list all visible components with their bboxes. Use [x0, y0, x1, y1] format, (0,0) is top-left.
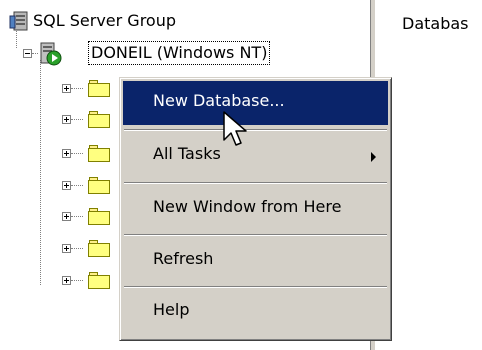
menu-item-label: New Database...	[153, 91, 285, 110]
menu-item-refresh[interactable]: Refresh	[123, 239, 388, 283]
mouse-pointer-icon	[223, 111, 247, 146]
server-running-icon	[40, 42, 62, 66]
tree-node-label: SQL Server Group	[33, 11, 177, 30]
folder-icon	[88, 145, 110, 162]
tree-line	[71, 153, 83, 154]
expand-toggle[interactable]	[62, 244, 71, 253]
menu-item-all-tasks[interactable]: All Tasks	[123, 134, 388, 178]
folder-icon	[88, 111, 110, 128]
tree-line	[71, 185, 83, 186]
collapse-toggle[interactable]	[23, 49, 32, 58]
menu-separator	[124, 234, 387, 236]
folder-icon	[88, 177, 110, 194]
menu-item-label: Refresh	[153, 249, 214, 268]
expand-toggle[interactable]	[62, 115, 71, 124]
menu-item-label: Help	[153, 300, 190, 319]
server-group-icon	[9, 11, 28, 31]
details-header: Databas	[402, 14, 469, 33]
menu-item-label: New Window from Here	[153, 197, 342, 216]
menu-separator	[124, 182, 387, 184]
folder-icon	[88, 272, 110, 289]
menu-item-new-window[interactable]: New Window from Here	[123, 187, 388, 231]
context-menu: New Database... All Tasks New Window fro…	[119, 77, 392, 341]
expand-toggle[interactable]	[62, 149, 71, 158]
folder-icon	[88, 80, 110, 97]
tree-line	[71, 88, 83, 89]
expand-toggle[interactable]	[62, 181, 71, 190]
tree-line	[71, 216, 83, 217]
expand-toggle[interactable]	[62, 212, 71, 221]
menu-separator	[124, 129, 387, 131]
folder-icon	[88, 240, 110, 257]
folder-icon	[88, 208, 110, 225]
expand-toggle[interactable]	[62, 84, 71, 93]
menu-item-label: All Tasks	[153, 144, 221, 163]
tree-node-label: DONEIL (Windows NT)	[87, 41, 271, 65]
menu-item-help[interactable]: Help	[123, 290, 388, 334]
submenu-arrow-icon	[371, 152, 376, 162]
tree-line	[71, 119, 83, 120]
menu-item-new-database[interactable]: New Database...	[123, 81, 388, 125]
tree-line	[40, 60, 41, 285]
tree-line	[71, 248, 83, 249]
tree-line	[71, 280, 83, 281]
expand-toggle[interactable]	[62, 276, 71, 285]
menu-separator	[124, 286, 387, 288]
